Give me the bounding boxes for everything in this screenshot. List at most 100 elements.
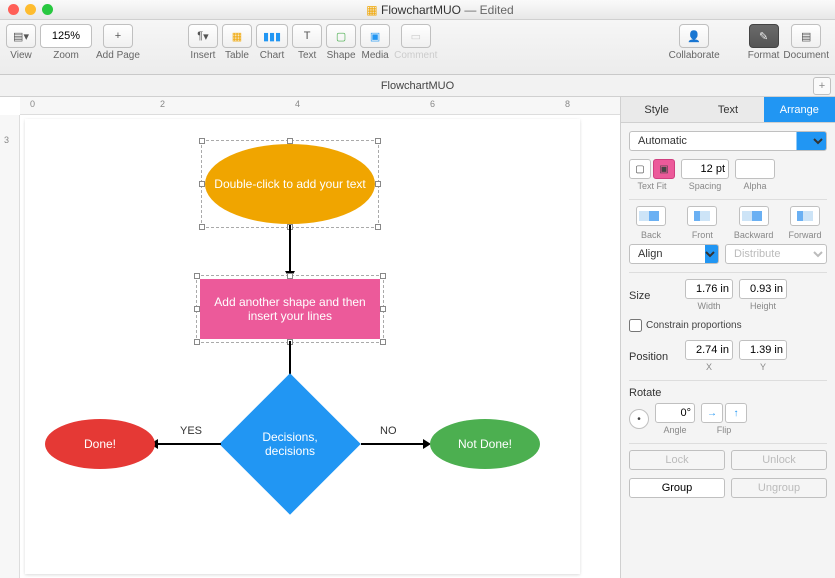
resize-handle[interactable] (375, 224, 381, 230)
tab-arrange[interactable]: Arrange (764, 97, 835, 123)
format-button[interactable]: ✎ (749, 24, 779, 48)
alpha-label: Alpha (743, 181, 766, 191)
arrow-connector[interactable] (289, 225, 291, 273)
fullscreen-icon[interactable] (42, 4, 53, 15)
constrain-label: Constrain proportions (646, 320, 742, 331)
width-input[interactable] (685, 279, 733, 299)
flip-vertical-button[interactable]: ↑ (725, 403, 747, 423)
send-backward-button[interactable] (739, 206, 769, 226)
format-label: Format (748, 50, 780, 61)
canvas[interactable]: 0 2 4 6 8 3 Double-click to add your tex… (0, 97, 620, 578)
chart-label: Chart (260, 50, 284, 61)
arrow-connector[interactable] (361, 443, 425, 445)
alpha-input[interactable] (735, 159, 775, 179)
close-icon[interactable] (8, 4, 19, 15)
x-input[interactable] (685, 340, 733, 360)
bring-forward-button[interactable] (790, 206, 820, 226)
flowchart-start-oval[interactable]: Double-click to add your text (205, 144, 375, 224)
size-label: Size (629, 290, 679, 302)
constrain-checkbox[interactable] (629, 319, 642, 332)
insert-label: Insert (190, 50, 215, 61)
table-icon: ▦ (232, 30, 242, 43)
view-group: ▤ ▾ View (6, 24, 36, 61)
view-button[interactable]: ▤ ▾ (6, 24, 36, 48)
text-fit-label: Text Fit (637, 181, 666, 191)
resize-handle[interactable] (199, 138, 205, 144)
page[interactable]: Double-click to add your text Add anothe… (25, 119, 580, 574)
bring-front-button[interactable] (687, 206, 717, 226)
table-label: Table (225, 50, 249, 61)
flip-label: Flip (717, 425, 732, 435)
resize-handle[interactable] (194, 339, 200, 345)
text-label: Text (298, 50, 316, 61)
zoom-input[interactable] (40, 24, 92, 48)
resize-handle[interactable] (380, 273, 386, 279)
flowchart-decision-diamond[interactable]: Decisions, decisions (219, 373, 360, 514)
text-button[interactable]: T (292, 24, 322, 48)
rotate-dial[interactable]: • (629, 409, 649, 429)
collaborate-icon: 👤 (687, 30, 701, 43)
main-area: 0 2 4 6 8 3 Double-click to add your tex… (0, 97, 835, 578)
send-back-button[interactable] (636, 206, 666, 226)
resize-handle[interactable] (380, 339, 386, 345)
document-status: Edited (480, 3, 514, 17)
angle-input[interactable] (655, 403, 695, 423)
shape-icon: ▢ (336, 30, 346, 43)
text-fit-auto-button[interactable]: ▣ (653, 159, 675, 179)
arrow-connector[interactable] (157, 443, 221, 445)
document-tab[interactable]: FlowchartMUO (381, 80, 454, 92)
rotate-label: Rotate (629, 387, 827, 399)
shape-button[interactable]: ▢ (326, 24, 356, 48)
tab-text[interactable]: Text (692, 97, 763, 123)
table-button[interactable]: ▦ (222, 24, 252, 48)
comment-button[interactable]: ▭ (401, 24, 431, 48)
flowchart-process-rect[interactable]: Add another shape and then insert your l… (200, 279, 380, 339)
add-page-button[interactable]: + (103, 24, 133, 48)
ungroup-button[interactable]: Ungroup (731, 478, 827, 498)
inspector-body: Automatic ▢▣Text Fit Spacing Alpha Back … (621, 123, 835, 514)
align-select[interactable]: Align (629, 244, 719, 264)
add-page-group: + Add Page (96, 24, 140, 61)
distribute-select[interactable]: Distribute (725, 244, 827, 264)
position-label: Position (629, 351, 679, 363)
minimize-icon[interactable] (25, 4, 36, 15)
spacing-label: Spacing (689, 181, 722, 191)
collaborate-label: Collaborate (669, 50, 720, 61)
tab-style[interactable]: Style (621, 97, 692, 123)
ruler-horizontal: 0 2 4 6 8 (20, 97, 620, 115)
text-wrap-select[interactable]: Automatic (629, 131, 827, 151)
media-label: Media (361, 50, 388, 61)
lock-button[interactable]: Lock (629, 450, 725, 470)
text-fit-none-button[interactable]: ▢ (629, 159, 651, 179)
height-input[interactable] (739, 279, 787, 299)
flowchart-end-done[interactable]: Done! (45, 419, 155, 469)
decision-label-yes: YES (180, 425, 202, 437)
unlock-button[interactable]: Unlock (731, 450, 827, 470)
window-title: ▦ FlowchartMUO — Edited (53, 3, 827, 17)
spacing-input[interactable] (681, 159, 729, 179)
backward-label: Backward (734, 230, 774, 240)
flowchart-end-notdone[interactable]: Not Done! (430, 419, 540, 469)
resize-handle[interactable] (375, 181, 381, 187)
y-input[interactable] (739, 340, 787, 360)
angle-label: Angle (663, 425, 686, 435)
comment-icon: ▭ (411, 30, 421, 43)
resize-handle[interactable] (380, 306, 386, 312)
insert-button[interactable]: ¶ ▾ (188, 24, 218, 48)
chart-icon: ▮▮▮ (263, 30, 281, 43)
add-tab-button[interactable]: + (813, 77, 831, 95)
flip-horizontal-button[interactable]: → (701, 403, 723, 423)
height-label: Height (750, 301, 776, 311)
shape-label: Shape (327, 50, 356, 61)
x-label: X (706, 362, 712, 372)
decision-label-no: NO (380, 425, 397, 437)
collaborate-button[interactable]: 👤 (679, 24, 709, 48)
chart-button[interactable]: ▮▮▮ (256, 24, 288, 48)
document-button[interactable]: ▤ (791, 24, 821, 48)
zoom-group: Zoom (40, 24, 92, 61)
group-button[interactable]: Group (629, 478, 725, 498)
resize-handle[interactable] (199, 224, 205, 230)
resize-handle[interactable] (375, 138, 381, 144)
media-button[interactable]: ▣ (360, 24, 390, 48)
ruler-vertical: 3 (0, 115, 20, 578)
